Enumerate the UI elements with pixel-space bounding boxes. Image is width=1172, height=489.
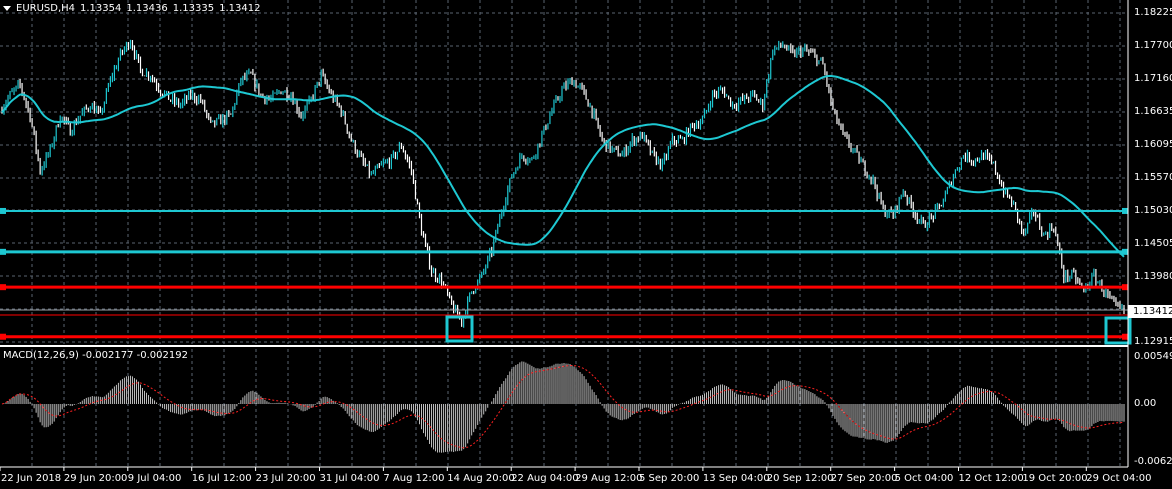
price-tick: 1.14505	[1134, 238, 1172, 249]
chart-header: EURUSD,H4 1.13354 1.13436 1.13335 1.1341…	[3, 3, 260, 14]
time-tick: 5 Oct 04:00	[894, 473, 954, 484]
level-handle	[1122, 248, 1128, 255]
time-tick: 22 Jun 2018	[1, 473, 62, 484]
time-tick: 31 Jul 04:00	[319, 473, 380, 484]
macd-tick-top: 0.005499	[1134, 351, 1172, 362]
time-tick: 9 Jul 04:00	[127, 473, 182, 484]
time-tick: 12 Oct 12:00	[958, 473, 1024, 484]
time-tick: 29 Oct 04:00	[1086, 473, 1152, 484]
price-tick: 1.12915	[1134, 336, 1172, 347]
current-price-label: 1.13412	[1128, 305, 1172, 318]
macd-tick-zero: 0.00	[1134, 398, 1157, 409]
open-value: 1.13354	[80, 3, 122, 14]
macd-header: MACD(12,26,9) -0.002177 -0.002192	[3, 350, 188, 361]
level-handle	[1122, 333, 1128, 340]
price-chart[interactable]	[0, 0, 1172, 489]
time-tick: 27 Sep 20:00	[830, 473, 898, 484]
dropdown-triangle-icon[interactable]	[3, 6, 11, 11]
time-tick: 22 Aug 04:00	[511, 473, 579, 484]
price-tick: 1.17700	[1134, 40, 1172, 51]
symbol-label: EURUSD,H4	[16, 3, 76, 14]
level-handle	[0, 333, 6, 340]
time-tick: 20 Sep 12:00	[766, 473, 834, 484]
low-value: 1.13335	[172, 3, 215, 14]
level-handle	[0, 248, 6, 255]
time-tick: 5 Sep 20:00	[639, 473, 700, 484]
price-tick: 1.17160	[1134, 73, 1172, 84]
time-tick: 29 Jun 20:00	[63, 473, 128, 484]
high-value: 1.13436	[126, 3, 168, 14]
level-handle	[0, 284, 6, 291]
level-handle	[1122, 284, 1128, 291]
price-tick: 1.18225	[1134, 7, 1172, 18]
time-tick: 29 Aug 12:00	[575, 473, 643, 484]
time-tick: 14 Aug 20:00	[447, 473, 515, 484]
price-tick: 1.13980	[1134, 271, 1172, 282]
time-tick: 13 Sep 04:00	[702, 473, 770, 484]
time-tick: 7 Aug 12:00	[383, 473, 445, 484]
time-tick: 23 Jul 20:00	[255, 473, 316, 484]
time-tick: 19 Oct 20:00	[1022, 473, 1088, 484]
price-tick: 1.16635	[1134, 106, 1172, 117]
macd-signal-value: -0.002192	[136, 350, 188, 361]
moving-average-line	[1, 74, 1125, 258]
price-tick: 1.15030	[1134, 205, 1172, 216]
time-tick: 16 Jul 12:00	[191, 473, 252, 484]
macd-label: MACD(12,26,9)	[3, 350, 79, 361]
price-tick: 1.15570	[1134, 172, 1172, 183]
macd-main-value: -0.002177	[82, 350, 134, 361]
level-handle	[1122, 207, 1128, 214]
macd-tick-bottom: -0.006272	[1134, 456, 1172, 467]
close-value: 1.13412	[219, 3, 261, 14]
level-handle	[0, 207, 6, 214]
price-tick: 1.16095	[1134, 139, 1172, 150]
